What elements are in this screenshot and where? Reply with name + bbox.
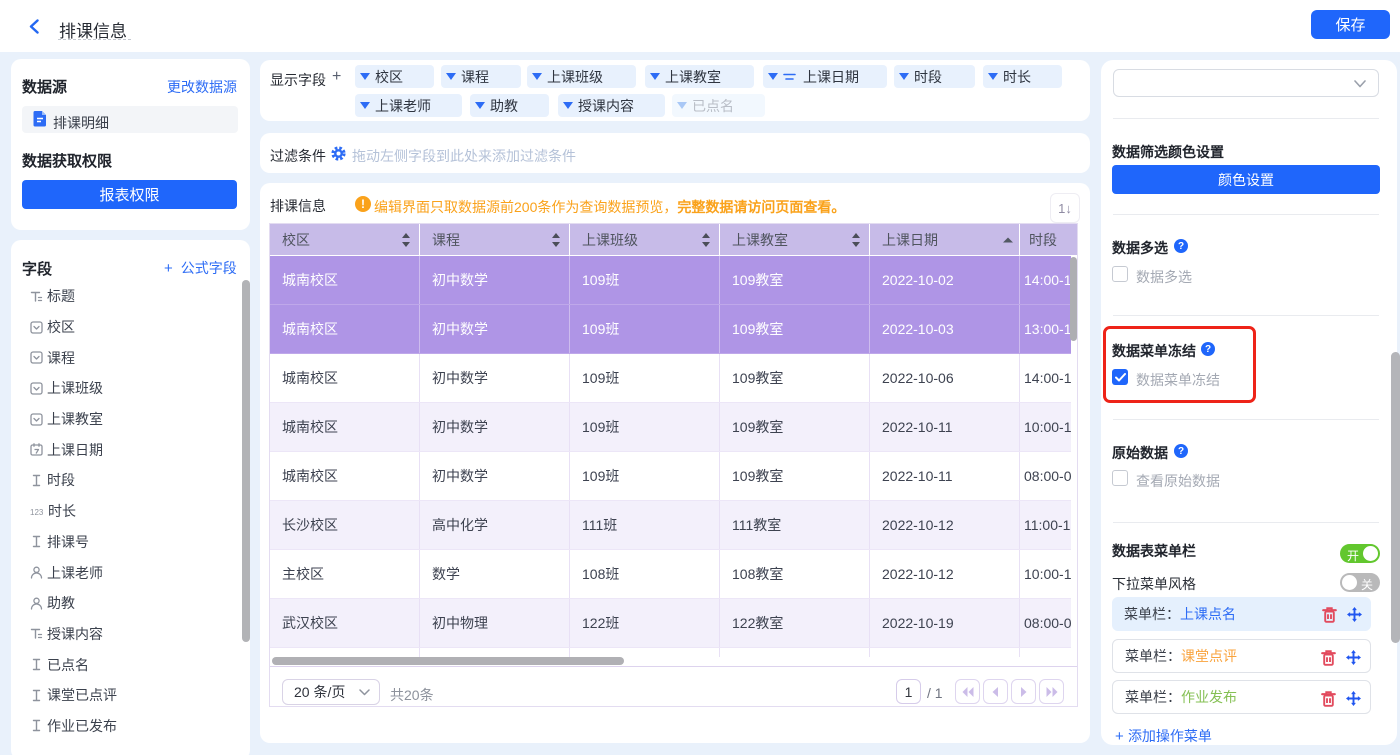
svg-text:123: 123 (30, 508, 44, 517)
